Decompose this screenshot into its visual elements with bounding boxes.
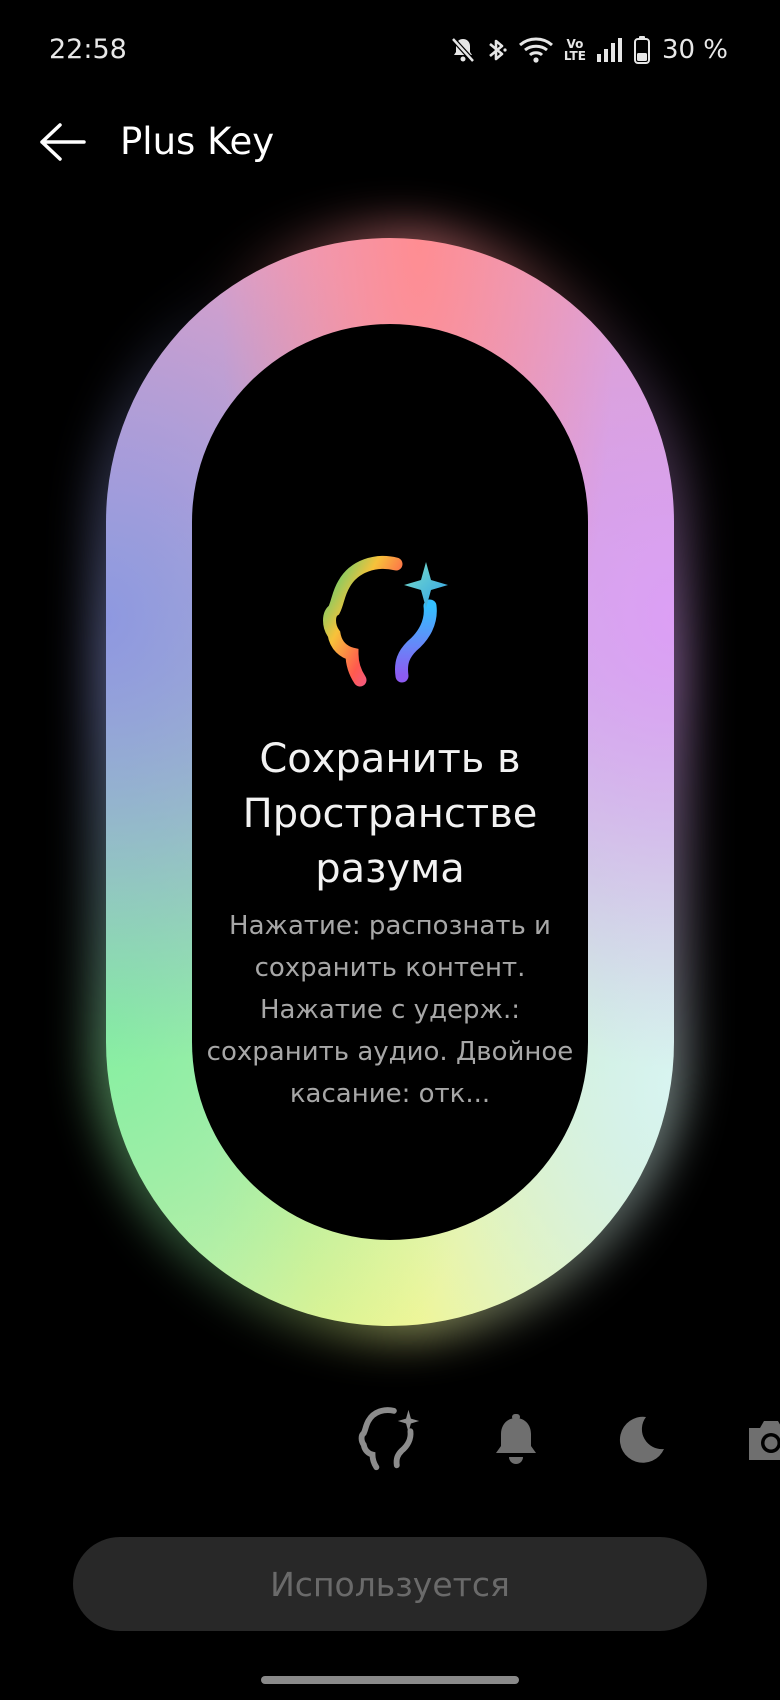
function-camera[interactable] [733, 1402, 780, 1478]
function-do-not-disturb[interactable] [603, 1402, 679, 1478]
wifi-icon [518, 36, 554, 64]
signal-icon [596, 37, 624, 63]
feature-title: Сохранить в Пространстве разума [242, 736, 538, 892]
status-icons: Vo LTE 30 % [450, 30, 728, 70]
page-title: Plus Key [120, 120, 275, 163]
bluetooth-icon [486, 36, 508, 64]
mind-space-icon [358, 1407, 420, 1471]
function-mind-space[interactable] [352, 1402, 428, 1478]
volte-bottom: LTE [563, 49, 586, 63]
arrow-left-icon [40, 123, 86, 161]
in-use-button[interactable]: Используется [73, 1537, 707, 1631]
battery-percent: 30 % [661, 35, 728, 65]
function-notifications[interactable] [478, 1402, 554, 1478]
mute-icon [450, 36, 476, 64]
moon-icon [619, 1416, 664, 1463]
back-button[interactable] [36, 118, 88, 166]
home-indicator[interactable] [261, 1676, 519, 1684]
feature-description: Нажатие: распознать и сохранить контент.… [206, 911, 574, 1109]
mind-space-icon [323, 555, 448, 687]
volte-icon: Vo LTE [564, 38, 586, 62]
status-time: 22:58 [49, 34, 127, 65]
camera-icon [749, 1421, 780, 1460]
bell-icon [496, 1414, 536, 1464]
battery-icon [633, 36, 650, 64]
